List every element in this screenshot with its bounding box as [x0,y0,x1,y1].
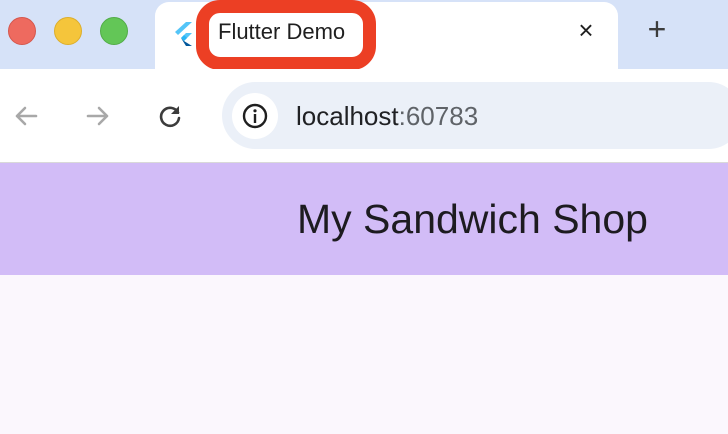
url-port: :60783 [398,101,479,131]
arrow-left-icon[interactable] [9,99,43,133]
close-tab-icon[interactable]: × [572,16,600,44]
app-bar: My Sandwich Shop [0,163,728,275]
reload-icon[interactable] [153,99,187,133]
info-icon [242,103,268,129]
app-bar-title: My Sandwich Shop [297,196,648,242]
tab-title: Flutter Demo [218,19,346,44]
tab-strip: Flutter Demo × + [0,0,728,70]
new-tab-button[interactable]: + [642,13,672,45]
url-host: localhost [296,101,399,131]
arrow-right-icon[interactable] [81,99,115,133]
site-info-button[interactable] [232,93,278,139]
window-maximize-button[interactable] [100,17,128,45]
window-close-button[interactable] [8,17,36,45]
url-text[interactable]: localhost:60783 [296,99,478,133]
browser-tab[interactable]: Flutter Demo × [155,0,618,70]
window-minimize-button[interactable] [54,17,82,45]
address-bar[interactable]: localhost:60783 [222,82,728,149]
app-body [0,275,728,434]
browser-toolbar: localhost:60783 [0,69,728,163]
flutter-logo-icon [175,22,192,46]
